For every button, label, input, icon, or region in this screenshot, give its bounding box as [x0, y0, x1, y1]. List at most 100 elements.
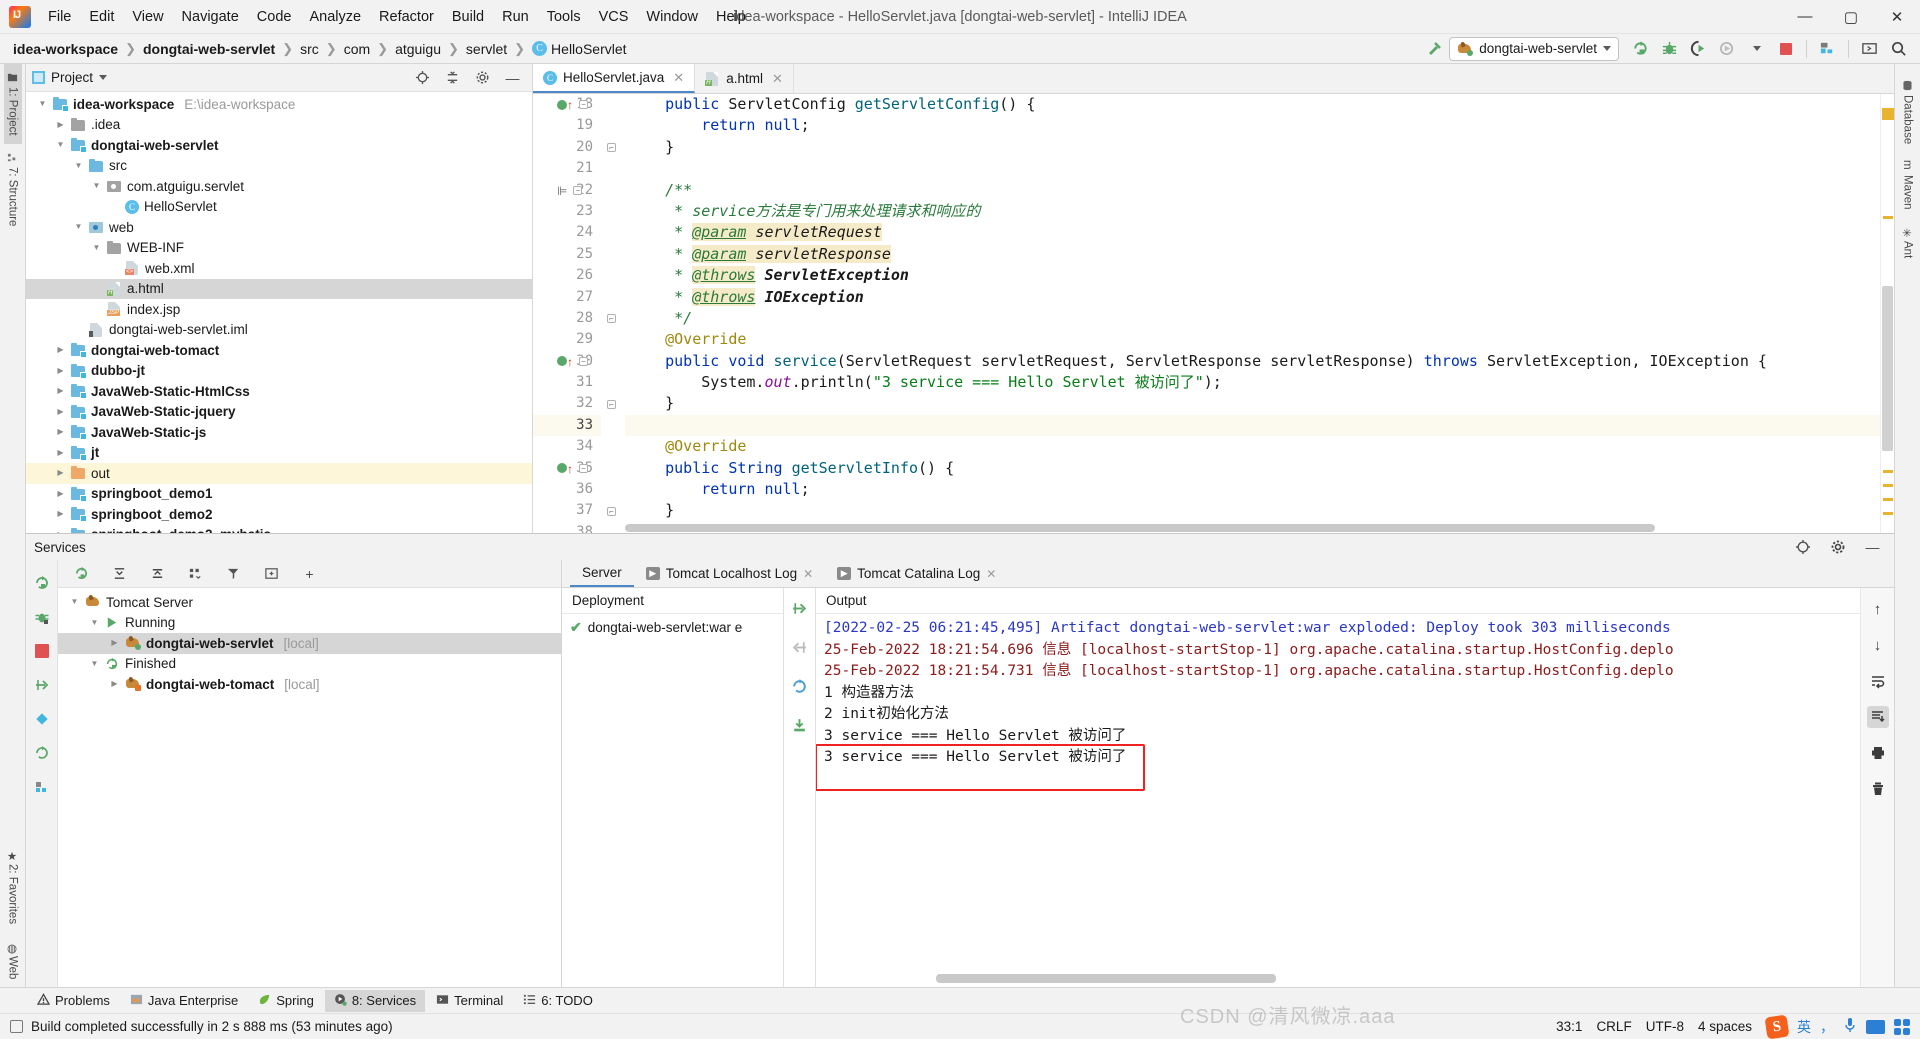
deploy-icon[interactable]	[786, 596, 813, 621]
code-fold-icon[interactable]: ⌐	[607, 143, 616, 153]
tree-expand-arrow[interactable]: ▶	[55, 346, 66, 354]
menu-view[interactable]: View	[123, 4, 172, 30]
ime-punctuation-icon[interactable]: ，	[1820, 1017, 1834, 1037]
breadcrumb-item-class[interactable]: C HelloServlet	[529, 40, 629, 58]
code-editor[interactable]: 1819202122232425262728293031323334353637…	[533, 94, 1894, 533]
menu-help[interactable]: Help	[707, 4, 755, 30]
code-fold-icon[interactable]: −	[573, 185, 583, 195]
code-line[interactable]: * @throws IOException	[625, 287, 1880, 308]
undeploy-icon[interactable]	[786, 635, 813, 660]
project-tree[interactable]: ▼ idea-workspace E:\idea-workspace ▶ .idea ▼ d…	[26, 92, 532, 533]
gutter-marker-slot[interactable]	[601, 244, 625, 265]
project-tree-item[interactable]: ▼ WEB-INF	[26, 238, 532, 259]
menu-build[interactable]: Build	[443, 4, 493, 30]
sidebar-item-structure[interactable]: 7: Structure	[4, 144, 22, 234]
gutter-marker-slot[interactable]	[601, 158, 625, 179]
services-tree[interactable]: ▼ Tomcat Server ▼ Running ▶ dongtai-web-servl…	[58, 588, 561, 987]
debug-icon[interactable]	[1656, 36, 1683, 61]
terminal-icon[interactable]	[1856, 36, 1883, 61]
minimize-button[interactable]: —	[1782, 0, 1828, 34]
tree-expand-arrow[interactable]: ▶	[55, 120, 66, 129]
project-structure-icon[interactable]	[1814, 36, 1841, 61]
tool-window-terminal[interactable]: Terminal	[427, 990, 512, 1012]
code-line[interactable]: /**	[625, 180, 1880, 201]
code-line[interactable]: * @param servletResponse	[625, 244, 1880, 265]
sidebar-item-web[interactable]: ◍ Web	[4, 933, 22, 987]
gutter-marker-slot[interactable]: ↑ −	[557, 458, 625, 479]
change-marker[interactable]	[1883, 216, 1893, 219]
project-tree-item[interactable]: ▼ idea-workspace E:\idea-workspace	[26, 94, 532, 115]
collapse-all-icon[interactable]	[144, 561, 171, 586]
code-fold-icon[interactable]: −	[579, 100, 588, 110]
close-icon[interactable]: ✕	[986, 567, 996, 581]
close-icon[interactable]: ✕	[673, 70, 684, 86]
gear-icon[interactable]	[469, 65, 496, 90]
gutter-marker-slot[interactable]	[601, 479, 625, 500]
search-everywhere-icon[interactable]	[1885, 36, 1912, 61]
gutter-marker-slot[interactable]: ⌐	[601, 500, 625, 521]
window-controls[interactable]: — ▢ ✕	[1782, 0, 1920, 34]
gutter-marker-slot[interactable]	[601, 436, 625, 457]
gutter-marker-slot[interactable]: ↑ −	[557, 94, 625, 115]
tree-expand-arrow[interactable]: ▶	[55, 530, 66, 533]
code-line[interactable]	[625, 414, 1880, 437]
update-app-icon[interactable]	[1627, 36, 1654, 61]
implements-arrow-icon[interactable]: ↑	[567, 98, 573, 112]
gutter-marker-slot[interactable]: ⊫ −	[557, 180, 625, 201]
sidebar-item-ant[interactable]: ✳ Ant	[1899, 218, 1917, 266]
tree-expand-arrow[interactable]: ▶	[109, 680, 120, 688]
redeploy-icon[interactable]	[786, 674, 813, 699]
close-icon[interactable]: ✕	[772, 71, 783, 87]
code-line[interactable]: * @throws ServletException	[625, 265, 1880, 286]
code-line[interactable]: return null;	[625, 479, 1880, 500]
tool-window-todo[interactable]: 6: TODO	[514, 990, 602, 1012]
settings-icon[interactable]	[28, 774, 55, 799]
code-fold-icon[interactable]: ⌐	[607, 314, 616, 324]
build-status-icon[interactable]	[10, 1020, 23, 1033]
menu-navigate[interactable]: Navigate	[173, 4, 248, 30]
profile-dropdown-icon[interactable]	[1743, 36, 1770, 61]
tool-window-problems[interactable]: Problems	[28, 990, 119, 1012]
code-line[interactable]: @Override	[625, 436, 1880, 457]
tree-expand-arrow[interactable]: ▼	[55, 141, 66, 149]
add-tab-icon[interactable]	[258, 561, 285, 586]
scroll-up-icon[interactable]: ↑	[1867, 598, 1889, 620]
tab-tomcat-catalina-log[interactable]: ▶ Tomcat Catalina Log ✕	[825, 560, 1008, 587]
breadcrumb-item-servlet[interactable]: servlet	[463, 40, 510, 58]
tree-expand-arrow[interactable]: ▼	[37, 100, 48, 108]
tab-tomcat-localhost-log[interactable]: ▶ Tomcat Localhost Log ✕	[634, 560, 825, 587]
code-line[interactable]: public String getServletInfo() {	[625, 458, 1880, 479]
breadcrumb-item-src[interactable]: src	[297, 40, 322, 58]
code-line[interactable]: */	[625, 308, 1880, 329]
indent-setting[interactable]: 4 spaces	[1698, 1019, 1752, 1034]
tree-expand-arrow[interactable]: ▼	[89, 659, 100, 668]
menu-file[interactable]: File	[39, 4, 80, 30]
warning-marker[interactable]	[1882, 108, 1894, 120]
tree-expand-arrow[interactable]: ▶	[55, 428, 66, 436]
project-tree-item[interactable]: ▼ web	[26, 217, 532, 238]
project-tree-item[interactable]: ▶ dubbo-jt	[26, 361, 532, 382]
code-fold-icon[interactable]: −	[579, 463, 588, 473]
refresh-icon[interactable]	[28, 740, 55, 765]
run-configuration-selector[interactable]: dongtai-web-servlet	[1449, 36, 1619, 61]
rerun-icon[interactable]	[28, 570, 55, 595]
code-text[interactable]: public ServletConfig getServletConfig() …	[625, 94, 1880, 533]
menu-edit[interactable]: Edit	[80, 4, 123, 30]
gutter-marker-slot[interactable]	[601, 222, 625, 243]
change-marker[interactable]	[1883, 470, 1893, 473]
filter-icon[interactable]	[220, 561, 247, 586]
code-line[interactable]: System.out.println("3 service === Hello …	[625, 372, 1880, 393]
maximize-button[interactable]: ▢	[1828, 0, 1874, 34]
download-icon[interactable]	[786, 713, 813, 738]
tree-expand-arrow[interactable]: ▼	[73, 161, 84, 170]
project-tree-item[interactable]: ▶ JavaWeb-Static-HtmlCss	[26, 381, 532, 402]
override-marker-icon[interactable]	[557, 99, 567, 110]
code-line[interactable]	[625, 158, 1880, 179]
deploy-icon[interactable]	[28, 672, 55, 697]
hide-panel-icon[interactable]: —	[1859, 535, 1886, 560]
sidebar-item-project[interactable]: 1: Project	[3, 64, 22, 144]
breadcrumb[interactable]: idea-workspace ❯ dongtai-web-servlet ❯ s…	[10, 40, 630, 58]
tool-window-services[interactable]: 8: Services	[324, 989, 426, 1012]
project-tree-item[interactable]: <> web.xml	[26, 258, 532, 279]
sidebar-item-maven[interactable]: m Maven	[1899, 152, 1917, 218]
